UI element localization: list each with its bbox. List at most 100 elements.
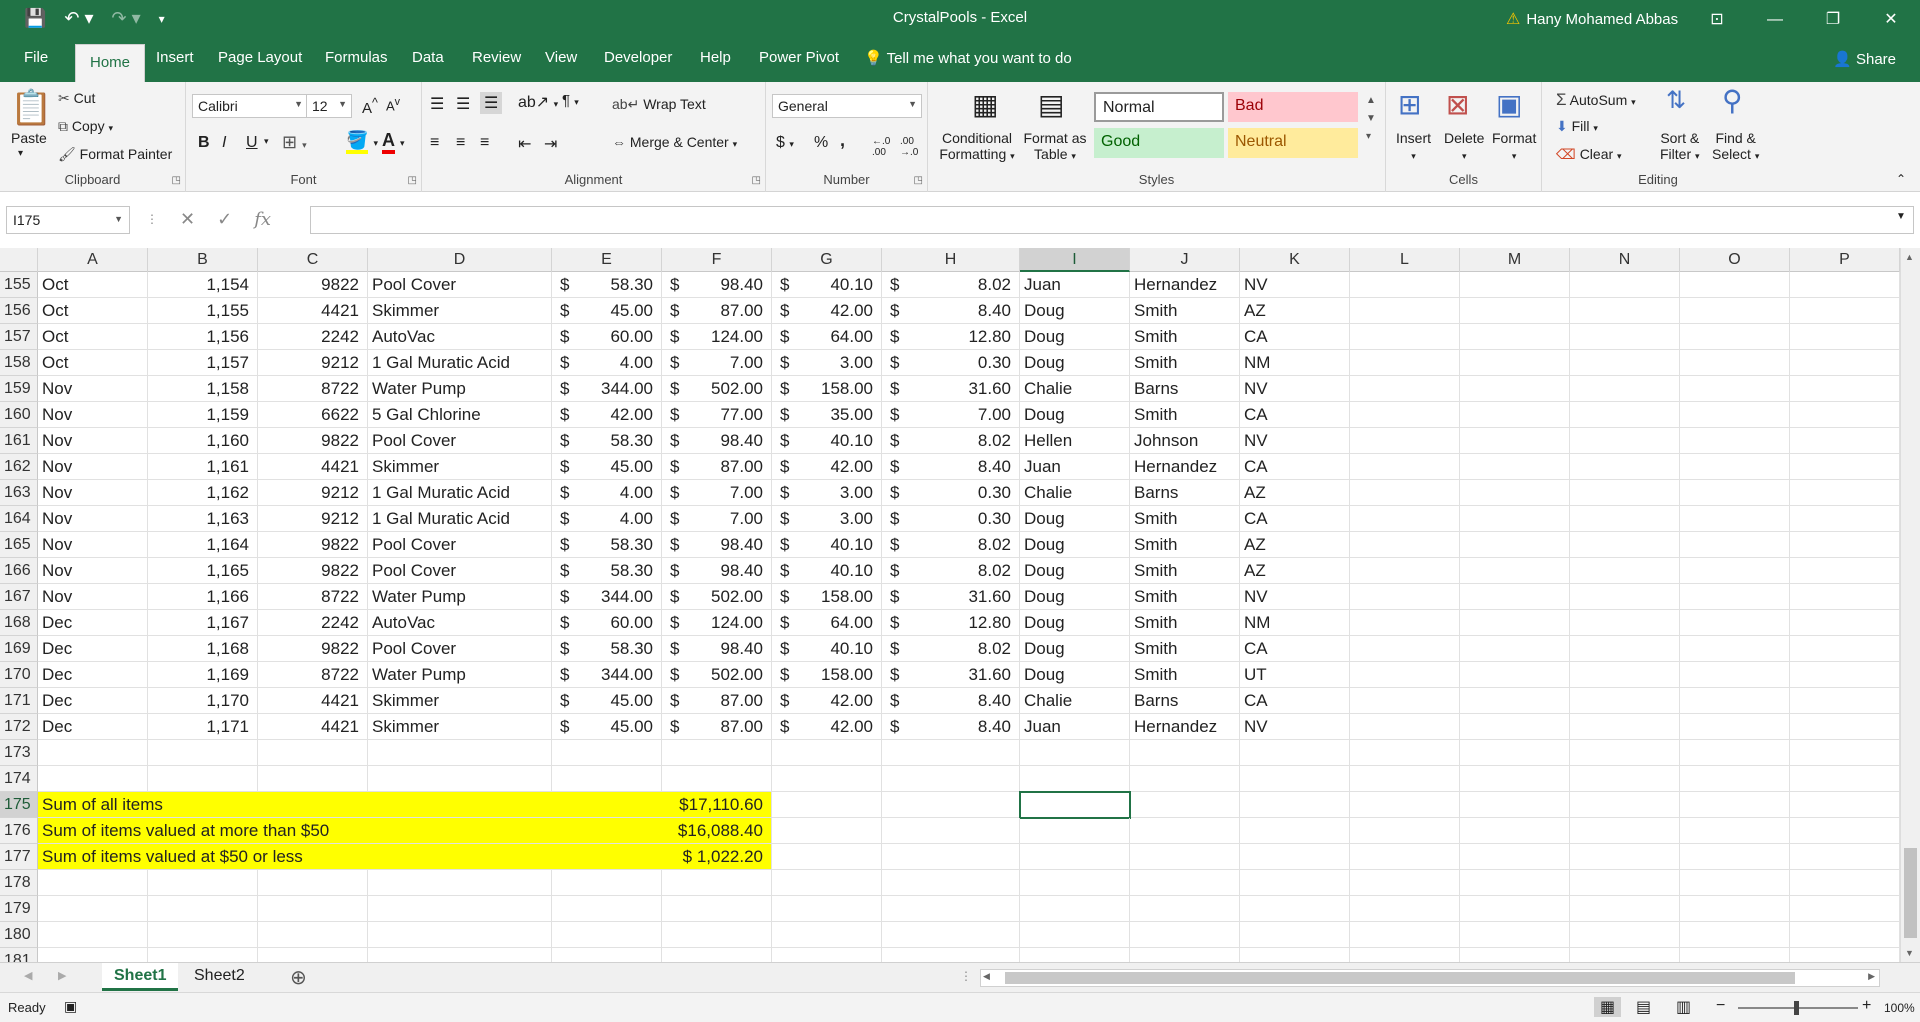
cell-a[interactable]: Nov [38,402,148,428]
format-painter-button[interactable]: 🖌 Format Painter [58,146,172,163]
cell-n[interactable] [1570,272,1680,298]
fill-color-icon[interactable]: 🪣 ▾ [346,130,378,154]
cell-b[interactable]: 1,160 [148,428,258,454]
cell-d[interactable] [368,922,552,948]
row-header[interactable]: 167 [0,584,38,610]
cell-m[interactable] [1460,714,1570,740]
cell-n[interactable] [1570,948,1680,962]
row-header[interactable]: 168 [0,610,38,636]
cell-f[interactable]: $124.00 [662,324,772,350]
cell-p[interactable] [1790,298,1900,324]
cell-h[interactable] [882,844,1020,870]
cell-g[interactable]: $158.00 [772,662,882,688]
column-header-i[interactable]: I [1020,248,1130,272]
cell-n[interactable] [1570,766,1680,792]
cell-e[interactable]: $60.00 [552,324,662,350]
cell-g[interactable] [772,948,882,962]
fill-button[interactable]: ⬇ Fill ▾ [1556,118,1598,135]
cell-l[interactable] [1350,740,1460,766]
cell-l[interactable] [1350,558,1460,584]
cell-m[interactable] [1460,324,1570,350]
scroll-right-icon[interactable]: ▶ [1868,971,1875,982]
cell-p[interactable] [1790,870,1900,896]
cell-k[interactable]: NV [1240,376,1350,402]
cell-l[interactable] [1350,818,1460,844]
cell-e[interactable]: $4.00 [552,350,662,376]
cell-l[interactable] [1350,922,1460,948]
cell-p[interactable] [1790,610,1900,636]
row-header[interactable]: 177 [0,844,38,870]
cell-a[interactable]: Oct [38,350,148,376]
user-account[interactable]: ⚠ Hany Mohamed Abbas [1506,9,1678,29]
cell-f[interactable]: $98.40 [662,636,772,662]
cell-f[interactable]: $98.40 [662,428,772,454]
cell-i[interactable] [1020,844,1130,870]
cell-h[interactable] [882,818,1020,844]
cell-g[interactable]: $3.00 [772,350,882,376]
cell-i[interactable]: Juan [1020,454,1130,480]
decrease-decimal-icon[interactable]: .00 →.0 [900,136,918,158]
cell-a[interactable]: Oct [38,324,148,350]
cell-h[interactable] [882,922,1020,948]
tab-power-pivot[interactable]: Power Pivot [759,49,839,66]
cell-a[interactable]: Dec [38,688,148,714]
scroll-up-icon[interactable]: ▲ [1905,252,1914,262]
tab-developer[interactable]: Developer [604,49,672,66]
bold-button[interactable]: B [198,134,210,152]
cut-button[interactable]: ✂ Cut [58,90,95,107]
tab-help[interactable]: Help [700,49,731,66]
cell-m[interactable] [1460,766,1570,792]
cell-k[interactable]: CA [1240,688,1350,714]
cell-n[interactable] [1570,428,1680,454]
cell-d[interactable]: 1 Gal Muratic Acid [368,480,552,506]
cell-j[interactable] [1130,766,1240,792]
paste-dropdown-icon[interactable]: ▾ [18,148,23,159]
wrap-text-button[interactable]: ab↵ Wrap Text [612,96,706,113]
cell-n[interactable] [1570,740,1680,766]
cell-k[interactable]: UT [1240,662,1350,688]
cell-k[interactable]: NV [1240,428,1350,454]
macro-record-icon[interactable]: ▣ [64,998,77,1015]
cell-a[interactable]: Nov [38,454,148,480]
summary-value[interactable]: $17,110.60 [662,792,772,818]
cell-m[interactable] [1460,896,1570,922]
cell-n[interactable] [1570,922,1680,948]
cell-c[interactable]: 9822 [258,272,368,298]
cell-n[interactable] [1570,792,1680,818]
column-header-d[interactable]: D [368,248,552,272]
cell-c[interactable]: 2242 [258,324,368,350]
cell-j[interactable] [1130,870,1240,896]
summary-value[interactable]: $ 1,022.20 [662,844,772,870]
cell-m[interactable] [1460,740,1570,766]
comma-button[interactable]: , [840,130,845,151]
cell-b[interactable] [148,870,258,896]
cell-h[interactable] [882,740,1020,766]
cell-o[interactable] [1680,324,1790,350]
cell-d[interactable]: Skimmer [368,714,552,740]
cell-m[interactable] [1460,688,1570,714]
cell-f[interactable]: $124.00 [662,610,772,636]
cell-d[interactable]: Pool Cover [368,272,552,298]
cell-d[interactable] [368,870,552,896]
cell-h[interactable]: $12.80 [882,324,1020,350]
cell-c[interactable]: 4421 [258,298,368,324]
format-as-table-button[interactable]: Format as Table ▾ [1020,130,1090,162]
summary-value[interactable]: $16,088.40 [662,818,772,844]
cell-m[interactable] [1460,870,1570,896]
cell-o[interactable] [1680,662,1790,688]
cell-o[interactable] [1680,454,1790,480]
tab-data[interactable]: Data [412,49,444,66]
cell-g[interactable] [772,896,882,922]
cell-p[interactable] [1790,454,1900,480]
cell-l[interactable] [1350,714,1460,740]
cell-a[interactable]: Nov [38,558,148,584]
cell-f[interactable]: $7.00 [662,350,772,376]
cell-a[interactable]: Oct [38,272,148,298]
cell-o[interactable] [1680,376,1790,402]
cell-b[interactable]: 1,162 [148,480,258,506]
cell-k[interactable]: AZ [1240,532,1350,558]
cell-d[interactable]: Pool Cover [368,558,552,584]
cell-g[interactable]: $3.00 [772,506,882,532]
sheet-tab-sheet1[interactable]: Sheet1 [102,963,179,991]
cell-n[interactable] [1570,402,1680,428]
